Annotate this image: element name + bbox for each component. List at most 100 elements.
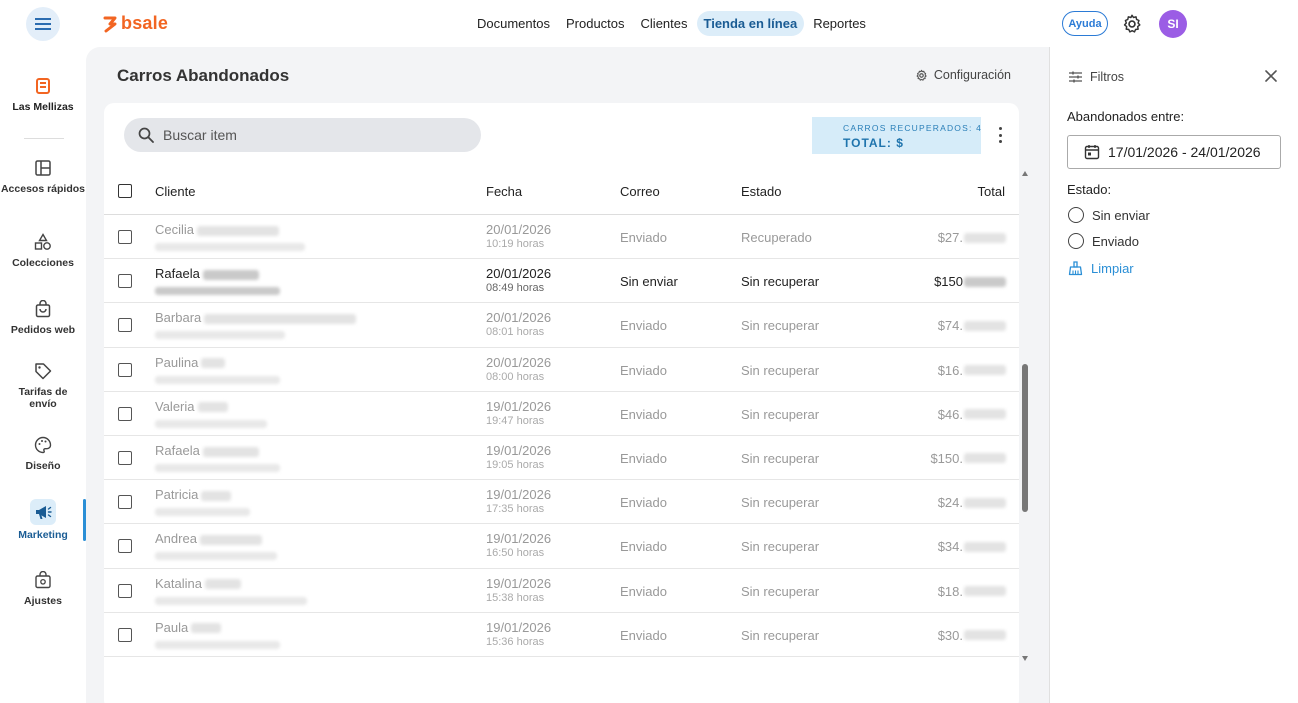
table-row[interactable]: Valeria 19/01/2026 19:47 horas Enviado Si… [104,392,1019,436]
row-email-status: Enviado [620,539,667,555]
row-checkbox[interactable] [118,627,132,642]
sidebar-item-ajustes[interactable]: Ajustes [0,569,86,608]
sidebar-item-accesos-rapidos[interactable]: Accesos rápidos [0,157,86,196]
select-all-checkbox[interactable] [118,184,132,198]
table-header: Cliente Fecha Correo Estado Total [104,169,1019,215]
settings-gear-icon[interactable] [1121,13,1143,35]
row-time: 19:05 horas [486,458,545,471]
sidebar-store[interactable]: Las Mellizas [0,75,86,114]
row-status: Sin recuperar [741,362,820,378]
clear-filters-button[interactable]: Limpiar [1068,261,1134,276]
bsale-logo[interactable]: bsale [103,13,168,34]
column-estado[interactable]: Estado [741,184,781,199]
scroll-up-arrow-icon[interactable] [1022,171,1028,176]
column-total[interactable]: Total [978,184,1005,199]
date-range-value: 17/01/2026 - 24/01/2026 [1108,144,1261,160]
close-icon[interactable] [1264,69,1278,83]
row-total: $27. [937,230,963,245]
redacted-email [155,419,267,428]
more-options-icon[interactable] [997,127,1003,143]
filter-sliders-icon [1069,71,1082,83]
row-checkbox[interactable] [118,406,132,421]
redacted-surname [202,269,259,280]
column-fecha[interactable]: Fecha [486,184,522,199]
row-email-status: Sin enviar [620,274,678,290]
recovered-total: TOTAL: $ [843,136,904,150]
row-time: 08:49 horas [486,282,545,295]
search-box[interactable] [124,118,481,152]
table-row[interactable]: Andrea 19/01/2026 16:50 horas Enviado Sin… [104,524,1019,569]
sidebar-item-pedidos-web[interactable]: Pedidos web [0,298,86,337]
table-row[interactable]: Paulina 20/01/2026 08:00 horas Enviado Si… [104,348,1019,392]
nav-tienda-en-linea[interactable]: Tienda en línea [696,11,805,36]
scrollbar-thumb[interactable] [1022,364,1028,512]
table-row[interactable]: Barbara 20/01/2026 08:01 horas Enviado Si… [104,303,1019,348]
row-checkbox[interactable] [118,318,132,333]
hamburger-menu-icon[interactable] [26,7,60,41]
nav-documentos[interactable]: Documentos [470,11,557,36]
radio-circle[interactable] [1068,233,1084,249]
redacted-amount [964,409,1006,420]
nav-reportes[interactable]: Reportes [806,11,873,36]
table-row[interactable]: Paula 19/01/2026 15:36 horas Enviado Sin … [104,613,1019,657]
row-status: Sin recuperar [741,495,820,511]
redacted-email [155,375,280,384]
row-total: $30. [937,627,963,643]
table-row[interactable]: Rafaela 20/01/2026 08:49 horas Sin enviar… [104,259,1019,304]
row-total: $34. [937,539,963,555]
table-row[interactable]: Rafaela 19/01/2026 19:05 horas Enviado Si… [104,436,1019,481]
nav-clientes[interactable]: Clientes [634,11,695,36]
nav-productos[interactable]: Productos [559,11,632,36]
row-time: 15:38 horas [486,591,545,604]
radio-circle[interactable] [1068,207,1084,223]
redacted-email [155,243,305,251]
user-avatar[interactable]: SI [1159,10,1187,38]
sidebar-item-label: Marketing [18,529,68,541]
row-checkbox[interactable] [118,450,132,465]
client-name: Barbara [155,310,202,326]
configuration-button[interactable]: Configuración [915,68,1011,82]
sidebar-item-diseno[interactable]: Diseño [0,434,86,473]
scroll-down-arrow-icon[interactable] [1022,656,1028,661]
broom-icon [1068,261,1083,276]
row-checkbox[interactable] [118,230,132,244]
redacted-surname [199,534,262,545]
sidebar-item-label: Tarifas de envío [18,386,68,410]
row-checkbox[interactable] [118,495,132,510]
redacted-amount [964,497,1006,508]
sidebar-item-label: Colecciones [12,257,74,269]
row-date: 19/01/2026 [486,575,552,591]
redacted-email [155,508,250,517]
sidebar-item-tarifas-de-envio[interactable]: Tarifas de envío [0,360,86,410]
row-email-status: Enviado [620,627,667,643]
date-range-picker[interactable]: 17/01/2026 - 24/01/2026 [1067,135,1281,169]
table-row[interactable]: Cecilia 20/01/2026 10:19 horas Enviado Re… [104,215,1019,260]
column-cliente[interactable]: Cliente [155,184,195,199]
search-input[interactable] [163,127,453,143]
redacted-amount [964,232,1006,243]
sidebar-item-colecciones[interactable]: Colecciones [0,231,86,270]
row-checkbox[interactable] [118,539,132,554]
table-row[interactable]: Patricia 19/01/2026 17:35 horas Enviado S… [104,480,1019,525]
row-status: Sin recuperar [741,539,820,555]
row-total: $150 [934,274,963,290]
radio-enviado[interactable]: Enviado [1068,233,1139,249]
table-row[interactable]: Katalina 19/01/2026 15:38 horas Enviado S… [104,569,1019,613]
redacted-surname [201,358,226,369]
row-status: Sin recuperar [741,318,820,334]
tag-icon [32,360,54,382]
row-total: $74. [937,318,963,334]
redacted-amount [964,586,1006,596]
row-date: 19/01/2026 [486,442,552,458]
sidebar-item-marketing[interactable]: Marketing [0,499,86,542]
redacted-email [155,596,307,605]
row-checkbox[interactable] [118,274,132,289]
row-checkbox[interactable] [118,362,132,377]
help-button[interactable]: Ayuda [1062,11,1108,36]
radio-sin-enviar[interactable]: Sin enviar [1068,207,1150,223]
calendar-icon [1084,145,1100,160]
row-checkbox[interactable] [118,583,132,598]
row-status: Sin recuperar [741,274,820,290]
row-date: 19/01/2026 [486,531,552,547]
column-correo[interactable]: Correo [620,184,660,199]
